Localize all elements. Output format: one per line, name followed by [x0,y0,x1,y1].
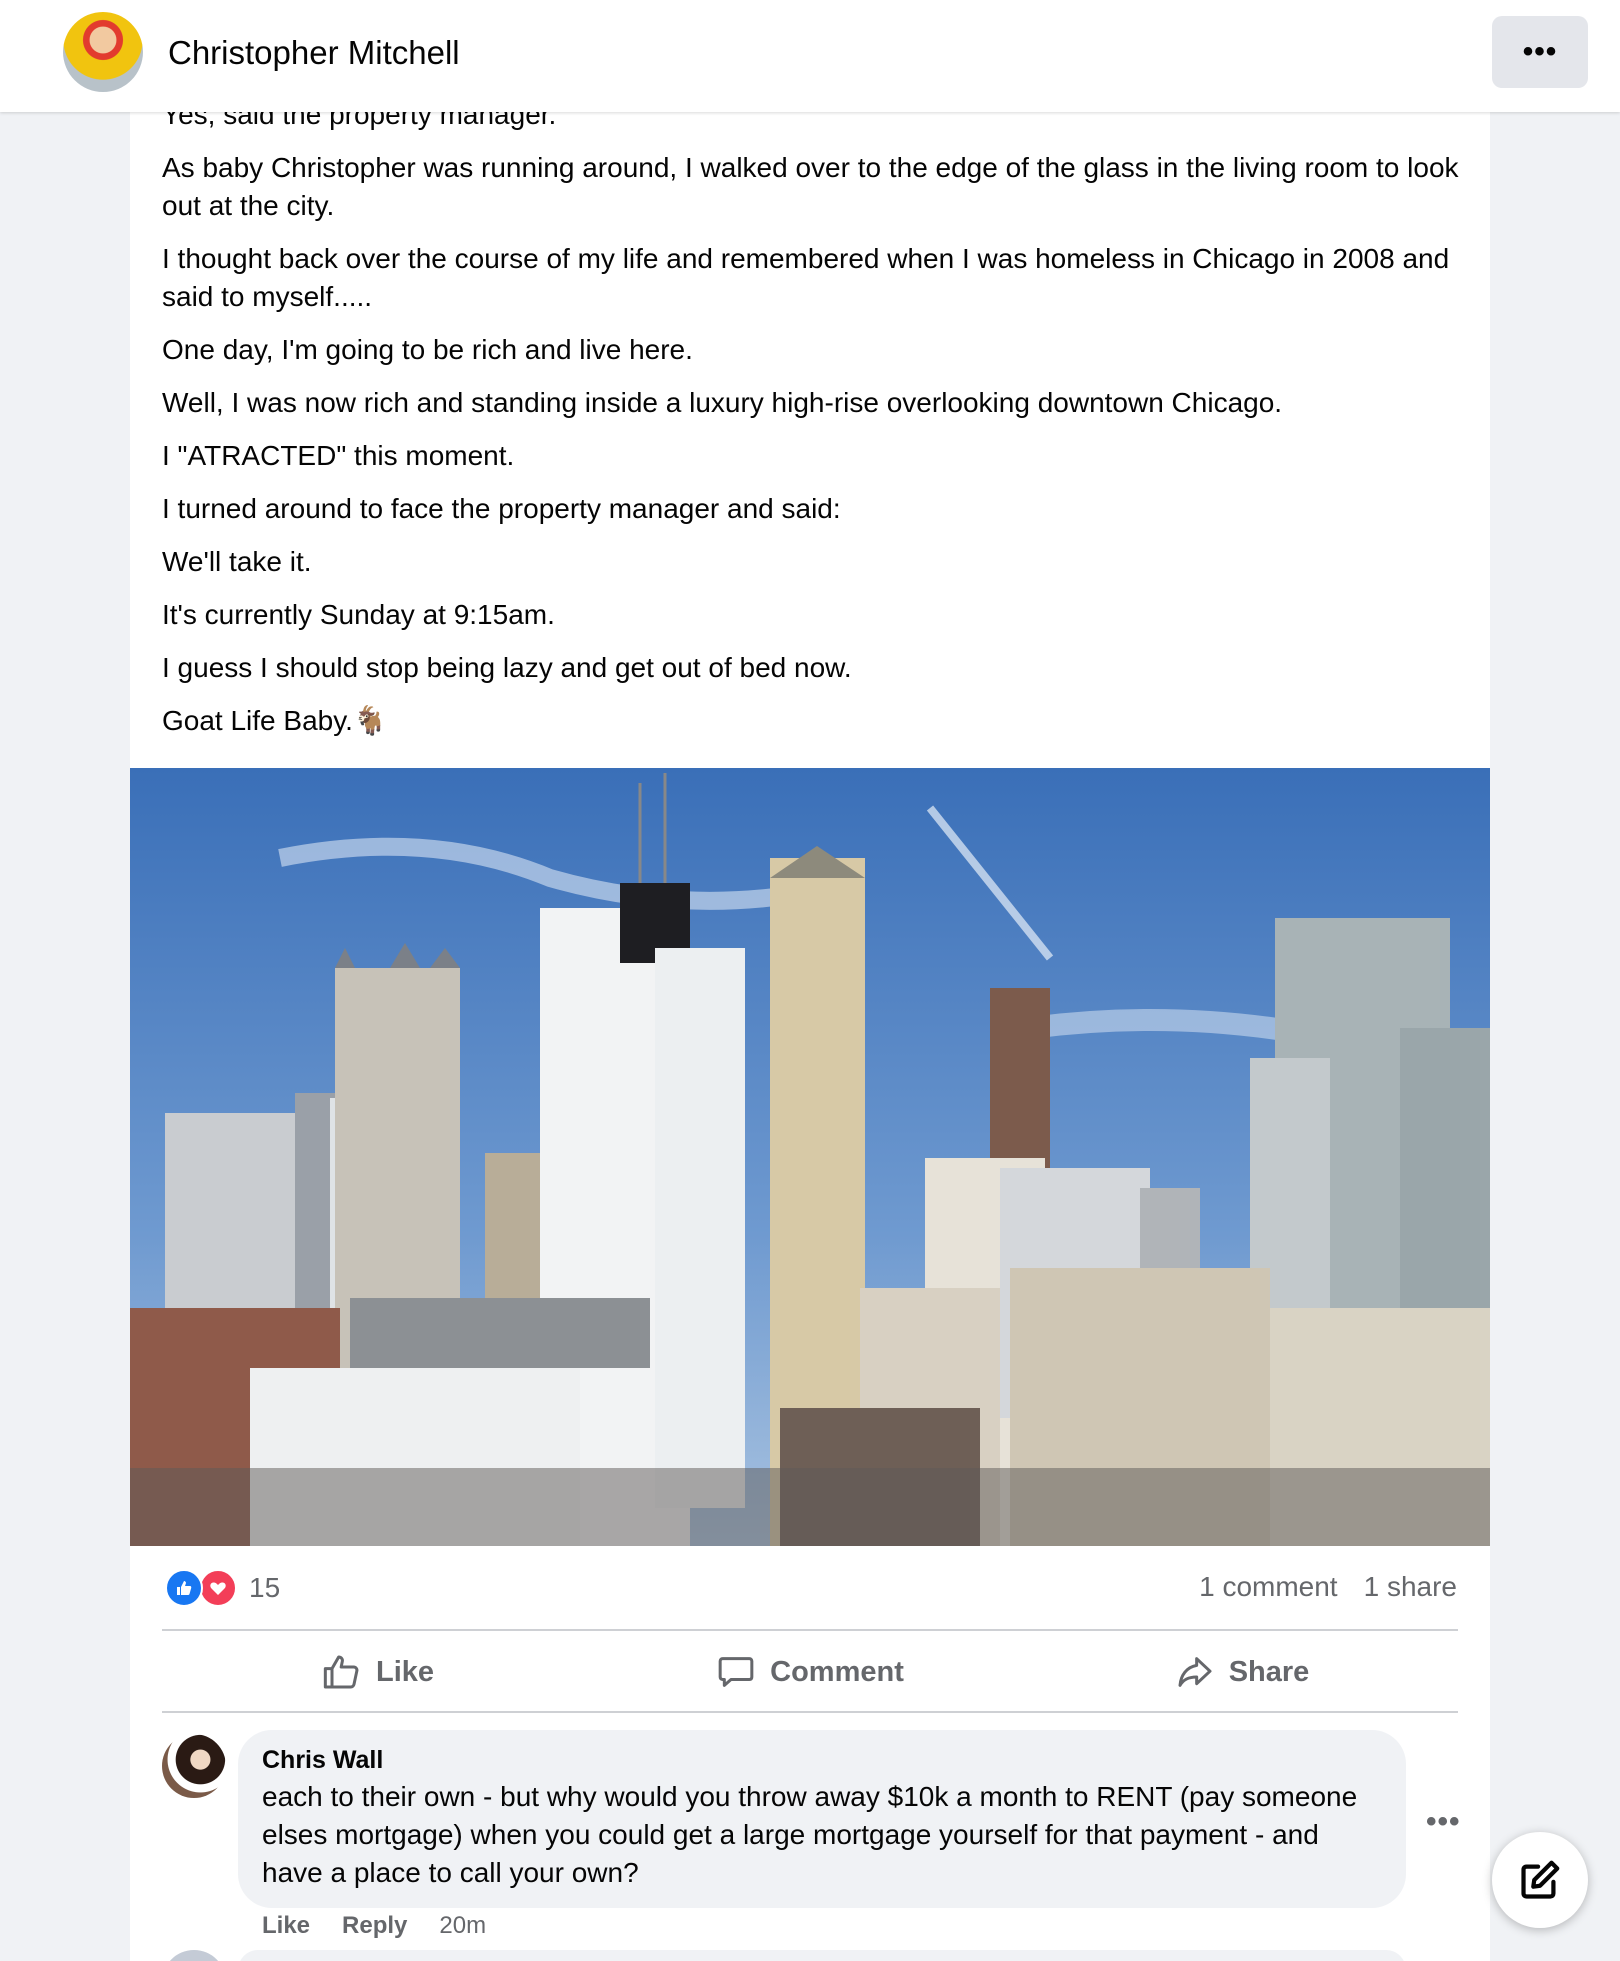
thumbs-up-icon [323,1655,359,1689]
divider [162,1711,1458,1713]
like-button[interactable]: Like [162,1632,594,1712]
post-paragraph: As baby Christopher was running around, … [162,152,1459,221]
comment-button[interactable]: Comment [594,1632,1026,1712]
author-avatar[interactable] [63,12,143,92]
commenter-avatar[interactable] [162,1734,226,1798]
comment-text: each to their own - but why would you th… [262,1781,1358,1888]
share-label: Share [1228,1655,1310,1688]
share-count[interactable]: 1 share [1364,1571,1457,1603]
post-photo[interactable] [130,768,1490,1546]
comment-count[interactable]: 1 comment [1199,1571,1338,1603]
love-reaction-icon [199,1569,237,1607]
comment-bubble-icon [718,1657,754,1687]
post-paragraph: I turned around to face the property man… [162,493,841,524]
post-header: Christopher Mitchell ••• [0,0,1620,112]
compose-icon [1521,1860,1560,1899]
comment-more-icon[interactable]: ••• [1426,1805,1461,1839]
share-arrow-icon [1178,1657,1212,1687]
divider [162,1629,1458,1631]
comment-like-link[interactable]: Like [262,1912,310,1940]
like-label: Like [375,1655,435,1688]
author-name[interactable]: Christopher Mitchell [168,34,460,72]
like-reaction-icon [165,1569,203,1607]
comment-author[interactable]: Chris Wall [262,1744,1382,1776]
next-comment-bubble [238,1950,1406,1961]
reaction-summary[interactable]: 15 [165,1568,280,1608]
share-button[interactable]: Share [1026,1632,1458,1712]
comment-bubble: Chris Wall each to their own - but why w… [238,1730,1406,1908]
post-paragraph: Well, I was now rich and standing inside… [162,387,1283,418]
comment-timestamp: 20m [439,1912,487,1939]
post-paragraph: We'll take it. [162,546,312,577]
comment-label: Comment [770,1655,904,1688]
comment-reply-link[interactable]: Reply [342,1912,407,1940]
more-options-button[interactable]: ••• [1492,16,1588,88]
post-paragraph: I guess I should stop being lazy and get… [162,652,852,683]
post-paragraph: Goat Life Baby.🐐 [162,705,388,736]
post-paragraph: It's currently Sunday at 9:15am. [162,599,555,630]
compose-button[interactable] [1492,1832,1588,1928]
post-paragraph: I thought back over the course of my lif… [162,243,1450,312]
reaction-count: 15 [249,1572,281,1603]
post-paragraph: I "ATRACTED" this moment. [162,440,515,471]
comment-actions: Like Reply 20m [262,1912,486,1940]
post-text: Yes, said the property manager. As baby … [162,98,1462,755]
post-action-bar: Like Comment Share [162,1632,1458,1712]
engagement-counts: 1 comment 1 share [1199,1571,1457,1603]
post-paragraph: One day, I'm going to be rich and live h… [162,334,693,365]
